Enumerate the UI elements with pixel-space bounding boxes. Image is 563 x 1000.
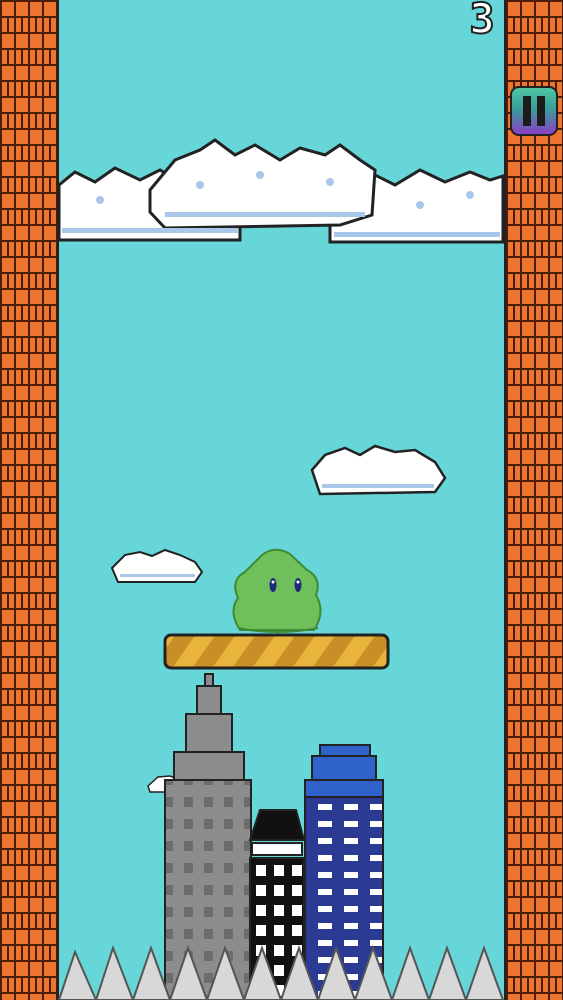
pause-icon	[537, 96, 545, 126]
score-counter: 3	[468, 0, 495, 43]
cloud-band	[57, 138, 505, 244]
cloud	[110, 548, 204, 583]
gray-skyscraper	[164, 673, 252, 1000]
slime-player	[232, 548, 322, 633]
pause-icon	[523, 96, 531, 126]
game-scene	[57, 138, 505, 1000]
cloud-shading	[120, 574, 195, 577]
striped-platform	[163, 633, 390, 670]
pause-button[interactable]	[510, 86, 558, 136]
cloud-shading	[322, 484, 434, 488]
